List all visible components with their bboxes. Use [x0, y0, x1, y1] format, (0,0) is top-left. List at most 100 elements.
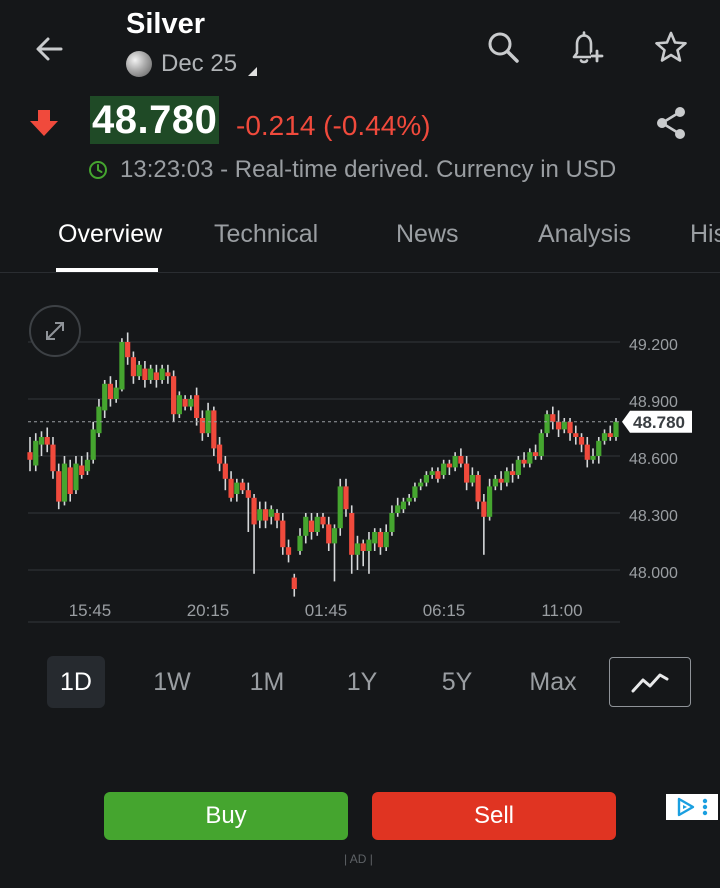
candle-body — [452, 456, 458, 468]
candle-body — [544, 414, 550, 434]
candle-body — [234, 482, 240, 494]
range-1d[interactable]: 1D — [47, 656, 105, 708]
candle-body — [303, 516, 309, 536]
range-5y[interactable]: 5Y — [428, 656, 486, 708]
contract-selector[interactable]: Dec 25 — [126, 50, 258, 78]
candle-body — [245, 490, 251, 498]
candle-body — [165, 372, 171, 377]
x-tick-label: 06:15 — [423, 601, 466, 620]
ad-choices-button[interactable] — [666, 794, 718, 820]
candle-body — [429, 471, 435, 475]
candle-body — [142, 368, 148, 380]
candle-body — [79, 465, 85, 475]
search-button[interactable] — [482, 26, 524, 68]
ad-menu-icon — [702, 798, 708, 816]
candle-body — [561, 421, 567, 430]
candle-body — [383, 532, 389, 548]
chart-type-button[interactable] — [609, 657, 691, 707]
search-icon — [488, 32, 519, 63]
candle-body — [297, 535, 303, 551]
candle-body — [153, 372, 159, 380]
candle-body — [360, 543, 366, 551]
candle-body — [515, 459, 521, 475]
back-button[interactable] — [28, 28, 70, 70]
ad-choices-icon — [677, 797, 695, 817]
candle-body — [33, 440, 39, 466]
buy-button[interactable]: Buy — [104, 792, 348, 840]
contract-label: Dec 25 — [161, 50, 238, 77]
candle-body — [441, 463, 447, 475]
candle-body — [435, 471, 441, 479]
candle-body — [578, 437, 585, 445]
candle-body — [550, 414, 556, 422]
range-1w[interactable]: 1W — [143, 656, 201, 708]
candle-body — [504, 471, 510, 483]
candle-body — [251, 497, 257, 525]
add-alert-button[interactable] — [564, 26, 608, 70]
tab-overview[interactable]: Overview — [58, 220, 162, 249]
range-max[interactable]: Max — [520, 656, 586, 708]
quote-time-info: 13:23:03 - Real-time derived. Currency i… — [120, 156, 617, 183]
candle-body — [532, 452, 539, 456]
silver-coin-icon — [126, 51, 152, 77]
candle-body — [308, 520, 315, 532]
candle-body — [400, 501, 407, 510]
candle-body — [222, 463, 228, 479]
candle-body — [601, 433, 608, 441]
sell-button[interactable]: Sell — [372, 792, 616, 840]
candle-body — [418, 482, 424, 487]
range-1y[interactable]: 1Y — [333, 656, 391, 708]
candle-body — [326, 524, 332, 544]
clock-icon — [89, 161, 107, 179]
candle-body — [125, 342, 131, 358]
candle-body — [130, 357, 137, 377]
tab-history[interactable]: His — [690, 220, 720, 249]
candle-body — [372, 532, 378, 544]
candle-body — [90, 429, 96, 460]
price-chart[interactable]: 49.200 48.900 48.600 48.300 48.000 15:45 20:15… — [0, 290, 720, 630]
x-tick-label: 15:45 — [69, 601, 112, 620]
candle-body — [458, 456, 464, 464]
candle-body — [291, 577, 297, 589]
candle-body — [274, 513, 280, 521]
candle-body — [228, 478, 234, 498]
candle-body — [239, 482, 246, 491]
price-down-arrow-icon — [28, 108, 60, 138]
candle-body — [107, 383, 114, 399]
ad-label: | AD | — [344, 852, 373, 866]
candle-body — [211, 410, 217, 449]
candle-body — [584, 444, 590, 460]
candle-body — [171, 376, 177, 415]
tab-news[interactable]: News — [396, 220, 459, 249]
candle-body — [194, 395, 200, 418]
tab-technical[interactable]: Technical — [214, 220, 318, 249]
candle-body — [498, 478, 504, 483]
candle-body — [492, 478, 498, 487]
current-price-label: 48.780 — [633, 413, 685, 432]
candle-body — [61, 463, 68, 502]
candle-body — [349, 513, 355, 555]
dropdown-caret-icon — [248, 66, 258, 76]
range-1m[interactable]: 1M — [238, 656, 296, 708]
line-chart-icon — [631, 673, 669, 693]
candle-body — [567, 421, 573, 434]
candle-body — [354, 543, 361, 555]
candle-body — [590, 456, 596, 460]
favorite-button[interactable] — [650, 26, 692, 68]
tab-analysis[interactable]: Analysis — [538, 220, 631, 249]
expand-chart-button[interactable] — [29, 305, 81, 357]
candle-body — [331, 528, 338, 544]
candle-body — [262, 509, 269, 521]
candle-body — [337, 486, 343, 529]
candle-body — [481, 501, 487, 517]
instrument-title: Silver — [126, 8, 205, 40]
candle-body — [521, 459, 527, 464]
candle-body — [607, 433, 613, 437]
candle-body — [44, 437, 50, 445]
candle-body — [613, 421, 619, 437]
candle-body — [199, 418, 205, 434]
share-button[interactable] — [650, 102, 692, 144]
candle-body — [136, 364, 142, 377]
candle-body — [389, 513, 395, 532]
share-icon — [657, 107, 685, 139]
